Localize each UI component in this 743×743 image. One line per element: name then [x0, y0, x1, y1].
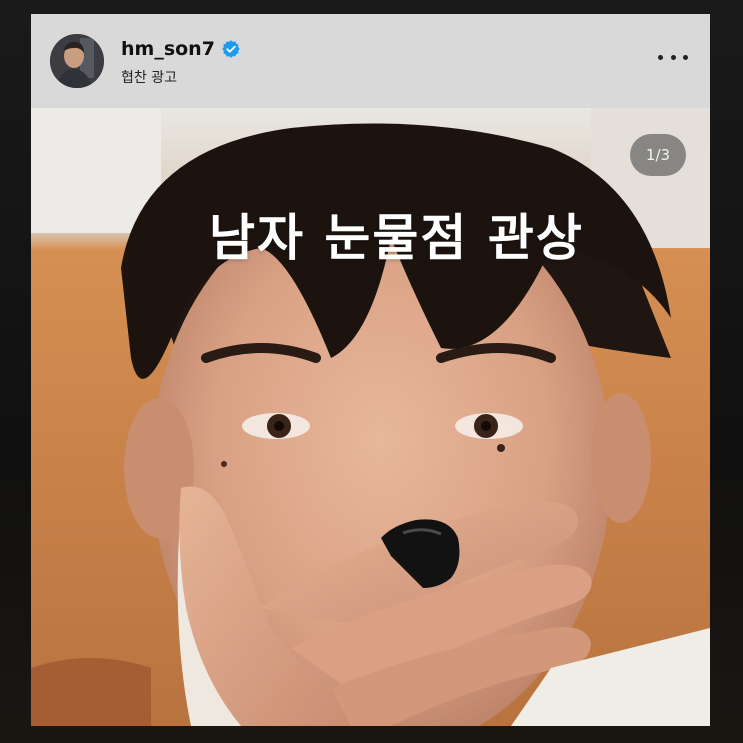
profile-avatar[interactable] — [50, 34, 104, 88]
sponsored-label: 협찬 광고 — [121, 70, 177, 86]
avatar-illustration — [50, 34, 104, 88]
post-image[interactable]: 1/3 남자 눈물점 관상 — [31, 108, 710, 726]
overlay-title: 남자 눈물점 관상 — [209, 209, 584, 267]
username-row: hm_son7 — [121, 38, 241, 60]
username[interactable]: hm_son7 — [121, 38, 215, 60]
more-dot — [683, 54, 688, 60]
page-counter: 1/3 — [630, 134, 686, 176]
more-dot — [658, 54, 663, 60]
more-dot — [670, 54, 676, 60]
verified-badge-icon — [221, 39, 241, 59]
post-card: hm_son7 협찬 광고 1/3 남자 눈물점 관상 — [31, 14, 710, 726]
more-options-icon[interactable] — [658, 50, 688, 64]
post-header: hm_son7 협찬 광고 — [31, 14, 710, 108]
